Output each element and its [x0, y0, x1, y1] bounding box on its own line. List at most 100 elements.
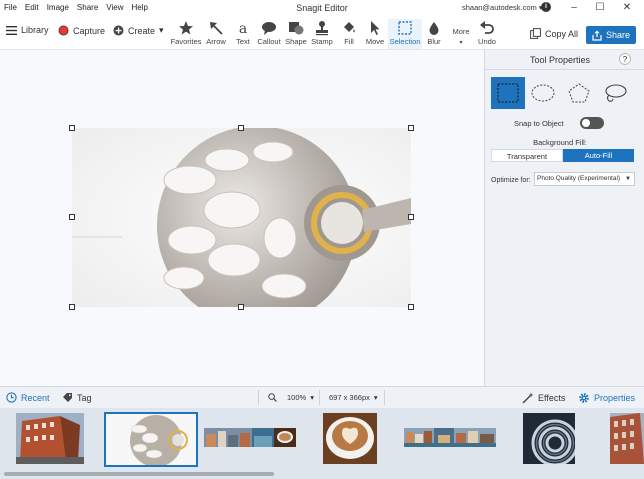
- resize-handle-e[interactable]: [408, 214, 414, 220]
- share-button[interactable]: Share: [586, 26, 636, 44]
- info-icon[interactable]: i: [541, 2, 551, 12]
- tag-button[interactable]: Tag: [62, 392, 92, 403]
- fill-transparent-button[interactable]: Transparent: [491, 149, 563, 162]
- resize-handle-sw[interactable]: [69, 304, 75, 310]
- star-icon: [179, 21, 193, 35]
- tool-label: Favorites: [170, 37, 202, 46]
- record-icon: [58, 25, 69, 36]
- thumb-canal[interactable]: [404, 428, 496, 447]
- fill-auto-fill-button[interactable]: Auto-Fill: [563, 149, 634, 162]
- tag-icon: [63, 393, 72, 402]
- thumbnail-image: [610, 413, 644, 464]
- panel-title: Tool Properties: [529, 55, 591, 65]
- resize-handle-s[interactable]: [238, 304, 244, 310]
- tool-undo[interactable]: Undo: [471, 19, 503, 49]
- bottom-bar: Recent Tag 100% ▾ 697 x 366px ▾ Effects …: [0, 386, 644, 408]
- gear-icon: [579, 393, 589, 403]
- maximize-button[interactable]: ☐: [593, 1, 607, 14]
- tool-move[interactable]: Move: [359, 19, 391, 49]
- title-bar: File Edit Image Share View Help Snagit E…: [0, 0, 644, 16]
- properties-button[interactable]: Properties: [578, 392, 635, 404]
- lasso-selection-button[interactable]: [598, 77, 632, 109]
- chevron-down-icon: ▾: [310, 393, 314, 402]
- undo-icon: [480, 21, 494, 34]
- thumb-city-coffee[interactable]: [204, 428, 296, 447]
- optimize-for-select[interactable]: Photo Quality (Experimental) ▼: [534, 172, 635, 186]
- help-icon[interactable]: ?: [619, 53, 631, 65]
- menu-image[interactable]: Image: [47, 3, 69, 12]
- library-button[interactable]: Library: [6, 25, 49, 35]
- canvas-image[interactable]: [72, 128, 411, 307]
- zoom-icon: [268, 393, 277, 402]
- zoom-value: 100%: [287, 393, 307, 402]
- blur-icon: [429, 22, 439, 35]
- shape-icon: [289, 22, 304, 35]
- tool-label: Move: [365, 37, 385, 46]
- polygon-selection-button[interactable]: [562, 77, 596, 109]
- tag-label: Tag: [77, 392, 92, 403]
- image-dimensions: 697 x 366px: [329, 393, 370, 402]
- stamp-icon: [316, 21, 328, 36]
- close-button[interactable]: ✕: [620, 1, 634, 14]
- menu-help[interactable]: Help: [131, 3, 147, 12]
- library-label: Library: [21, 25, 49, 35]
- rectangle-selection-icon: [497, 83, 519, 103]
- minimize-button[interactable]: –: [567, 1, 581, 14]
- chevron-down-icon: ▾: [159, 25, 164, 35]
- chevron-down-icon: ▼: [625, 176, 631, 182]
- zoom-control[interactable]: 100% ▾: [268, 387, 314, 408]
- text-icon: a: [239, 21, 247, 36]
- snap-to-object-label: Snap to Object: [514, 119, 564, 128]
- move-icon: [371, 21, 380, 35]
- copy-all-button[interactable]: Copy All: [530, 28, 578, 39]
- capture-button[interactable]: Capture: [58, 25, 105, 36]
- create-label: Create: [128, 25, 156, 36]
- ellipse-selection-icon: [531, 84, 555, 102]
- divider: [258, 390, 259, 405]
- rectangle-selection-button[interactable]: [491, 77, 525, 109]
- resize-handle-w[interactable]: [69, 214, 75, 220]
- snap-to-object-toggle[interactable]: [580, 117, 604, 129]
- ellipse-selection-button[interactable]: [526, 77, 560, 109]
- share-icon: [592, 30, 602, 41]
- menu-share[interactable]: Share: [77, 3, 98, 12]
- lasso-selection-icon: [605, 84, 627, 102]
- tool-selection[interactable]: Selection: [388, 19, 422, 49]
- resize-handle-n[interactable]: [238, 125, 244, 131]
- tool-favorites[interactable]: Favorites: [170, 19, 202, 49]
- selection-icon: [398, 21, 412, 35]
- polygon-selection-icon: [568, 83, 590, 103]
- optimize-value: Photo Quality (Experimental): [537, 175, 621, 182]
- thumb-latte[interactable]: [323, 413, 377, 464]
- thumbnail-tray: [0, 408, 644, 479]
- resize-handle-ne[interactable]: [408, 125, 414, 131]
- thumbnail-image: [106, 414, 196, 465]
- fill-icon: [344, 22, 355, 33]
- properties-label: Properties: [594, 393, 636, 403]
- recent-button[interactable]: Recent: [6, 392, 50, 403]
- toolbar: Library Capture Create ▾ Favorites Arrow…: [0, 16, 644, 49]
- account-menu[interactable]: shaan@autodesk.com ▾: [462, 3, 543, 12]
- thumb-building[interactable]: [16, 413, 84, 464]
- tray-scrollbar-thumb[interactable]: [4, 472, 274, 476]
- thumb-brick[interactable]: [610, 413, 644, 464]
- thumbnail-image: [323, 413, 377, 464]
- menu-file[interactable]: File: [4, 3, 17, 12]
- magic-wand-icon: [522, 392, 534, 404]
- create-button[interactable]: Create ▾: [113, 25, 164, 36]
- effects-label: Effects: [538, 393, 566, 403]
- resize-handle-nw[interactable]: [69, 125, 75, 131]
- chevron-down-icon: ▾: [373, 393, 378, 402]
- canvas-area[interactable]: [0, 49, 484, 386]
- callout-icon: [262, 22, 276, 35]
- share-label: Share: [605, 30, 631, 40]
- menu-view[interactable]: View: [106, 3, 123, 12]
- thumb-spiral[interactable]: [523, 413, 575, 464]
- dimensions-control[interactable]: 697 x 366px ▾: [329, 387, 378, 408]
- capture-label: Capture: [73, 25, 106, 36]
- resize-handle-se[interactable]: [408, 304, 414, 310]
- thumb-sculpture[interactable]: [104, 412, 198, 467]
- tool-label: Selection: [389, 37, 421, 46]
- effects-button[interactable]: Effects: [522, 392, 565, 404]
- menu-edit[interactable]: Edit: [25, 3, 39, 12]
